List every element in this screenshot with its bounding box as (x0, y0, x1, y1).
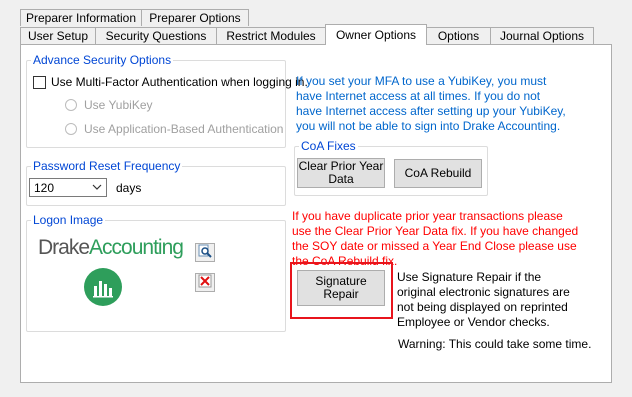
app-auth-label: Use Application-Based Authentication (84, 122, 284, 136)
signature-repair-label: Signature Repair (315, 274, 367, 301)
logo-text-drake: Drake (38, 236, 90, 259)
logon-legend: Logon Image (31, 213, 106, 227)
mfa-checkbox[interactable] (33, 76, 46, 89)
chevron-down-icon (92, 180, 102, 197)
mfa-note: If you set your MFA to use a YubiKey, yo… (296, 74, 566, 133)
tab-preparer-information[interactable]: Preparer Information (20, 9, 142, 26)
tab-owner-options[interactable]: Owner Options (325, 24, 427, 45)
coa-rebuild-button[interactable]: CoA Rebuild (394, 159, 482, 188)
coa-legend: CoA Fixes (299, 139, 358, 153)
tab-preparer-options[interactable]: Preparer Options (141, 9, 249, 26)
logo-text-accounting: Accounting (89, 236, 184, 259)
tab-label: User Setup (27, 29, 89, 43)
accounting-chart-logo-icon (84, 268, 122, 306)
app-auth-radio[interactable] (65, 123, 77, 135)
tab-label: Owner Options (335, 28, 417, 42)
tab-label: Journal Options (499, 29, 585, 43)
password-frequency-value: 120 (34, 181, 55, 195)
remove-image-button[interactable] (195, 273, 215, 292)
yubikey-label: Use YubiKey (84, 98, 153, 112)
signature-repair-button[interactable]: Signature Repair (297, 270, 385, 306)
tab-label: Options (437, 29, 480, 43)
tab-security-questions[interactable]: Security Questions (95, 27, 217, 44)
signature-description: Use Signature Repair if the original ele… (397, 270, 570, 329)
signature-warning: Warning: This could take some time. (398, 337, 592, 351)
clear-prior-year-data-label: Clear Prior Year Data (298, 159, 384, 186)
password-legend: Password Reset Frequency (31, 159, 183, 173)
tab-options[interactable]: Options (426, 27, 491, 44)
red-x-icon (198, 274, 212, 291)
tab-label: Preparer Information (25, 11, 137, 25)
mfa-label: Use Multi-Factor Authentication when log… (51, 75, 308, 89)
browse-image-button[interactable] (195, 243, 215, 262)
duplicate-note: If you have duplicate prior year transac… (292, 209, 579, 268)
clear-prior-year-data-button[interactable]: Clear Prior Year Data (297, 158, 385, 188)
password-unit-label: days (116, 181, 142, 195)
tab-label: Preparer Options (149, 11, 241, 25)
tab-restrict-modules[interactable]: Restrict Modules (216, 27, 326, 44)
password-frequency-select[interactable]: 120 (29, 178, 107, 197)
security-legend: Advance Security Options (31, 53, 174, 67)
yubikey-radio[interactable] (65, 99, 77, 111)
coa-rebuild-label: CoA Rebuild (404, 166, 472, 180)
tab-label: Restrict Modules (226, 29, 316, 43)
drake-accounting-logo: DrakeAccounting (38, 236, 184, 260)
tab-journal-options[interactable]: Journal Options (490, 27, 594, 44)
tab-user-setup[interactable]: User Setup (20, 27, 96, 44)
tab-label: Security Questions (105, 29, 207, 43)
magnifier-icon (198, 244, 212, 261)
